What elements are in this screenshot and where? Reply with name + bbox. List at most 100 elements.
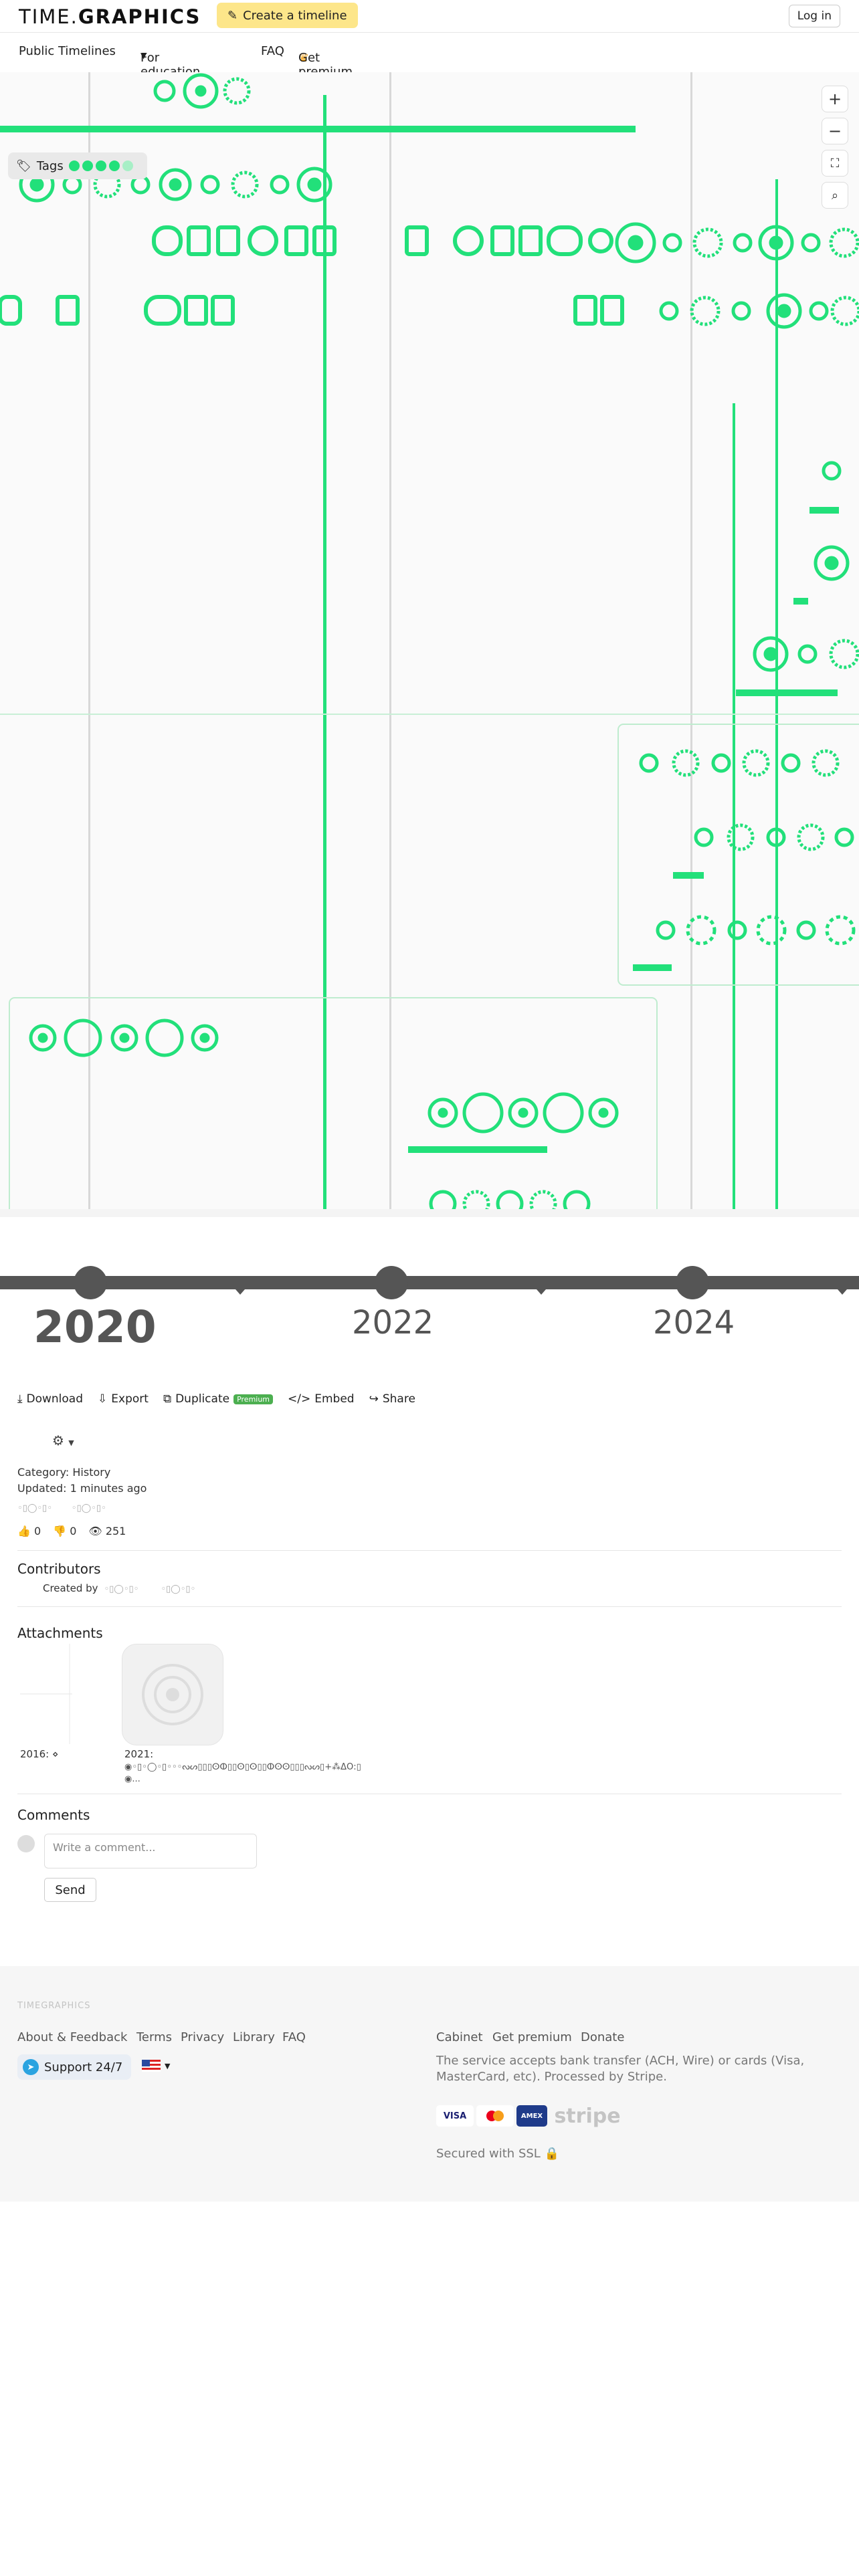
updated-text: Updated: 1 minutes ago xyxy=(17,1482,147,1495)
support-button[interactable]: ➤ Support 24/7 xyxy=(17,2054,131,2080)
payment-info: The service accepts bank transfer (ACH, … xyxy=(436,2054,805,2084)
contributors-title: Contributors xyxy=(17,1561,101,1577)
login-button[interactable]: Log in xyxy=(788,5,840,27)
symbol-row xyxy=(29,1018,219,1057)
main-nav: Public Timelines For education ▼ FAQ ♛ G… xyxy=(19,44,353,79)
footer-link-about[interactable]: About & Feedback xyxy=(17,2030,127,2044)
event-bar xyxy=(0,126,636,132)
export-button[interactable]: ⇩ Export xyxy=(98,1392,149,1406)
footer-link-premium[interactable]: Get premium xyxy=(492,2030,572,2044)
footer-link-library[interactable]: Library xyxy=(233,2030,275,2044)
symbol-row xyxy=(615,222,859,263)
settings-dropdown[interactable]: ⚙ ▼ xyxy=(52,1432,74,1448)
share-button[interactable]: ↪ Share xyxy=(369,1392,415,1406)
zoom-out-button[interactable]: − xyxy=(822,118,848,144)
footer-link-terms[interactable]: Terms xyxy=(136,2030,172,2044)
copy-icon: ⧉ xyxy=(163,1392,172,1406)
timeline-drawing xyxy=(0,72,859,1217)
symbol-row xyxy=(753,461,859,672)
divider xyxy=(17,1606,842,1607)
telegram-icon: ➤ xyxy=(23,2059,39,2075)
chevron-down-icon: ▼ xyxy=(68,1438,74,1447)
event-bar xyxy=(793,598,808,605)
author-placeholder: ◦▯◯◦▯◦ ◦▯◯◦▯◦ xyxy=(17,1503,106,1513)
export-icon: ⇩ xyxy=(98,1392,108,1406)
download-icon: ⤓ xyxy=(17,1392,23,1406)
action-bar: ⤓ Download ⇩ Export ⧉ Duplicate Premium </> E… xyxy=(17,1392,415,1406)
share-icon: ↪ xyxy=(369,1392,379,1406)
plus-icon: + xyxy=(828,90,842,108)
footer-link-donate[interactable]: Donate xyxy=(581,2030,624,2044)
logo[interactable]: TIME.GRAPHICS xyxy=(19,5,201,28)
chevron-down-icon: ▼ xyxy=(165,2061,171,2070)
year-label: 2020 xyxy=(33,1301,157,1353)
like-button[interactable]: 👍 0 xyxy=(17,1525,41,1537)
create-timeline-button[interactable]: ✎ Create a timeline xyxy=(217,3,358,28)
duplicate-button[interactable]: ⧉ Duplicate Premium xyxy=(163,1392,274,1406)
code-icon: </> xyxy=(288,1392,311,1406)
fullscreen-button[interactable]: ⛶ xyxy=(822,150,848,177)
language-selector[interactable]: ▼ xyxy=(142,2060,170,2072)
minus-icon: − xyxy=(828,122,842,140)
category-text: Category: History xyxy=(17,1466,111,1479)
event-box xyxy=(617,724,859,986)
event-bar xyxy=(408,1146,547,1153)
symbol-row xyxy=(153,73,251,109)
nav-faq[interactable]: FAQ xyxy=(261,44,284,58)
year-marker[interactable] xyxy=(74,1266,107,1299)
year-line xyxy=(690,72,692,1217)
footer-link-faq[interactable]: FAQ xyxy=(282,2030,306,2044)
fullscreen-icon: ⛶ xyxy=(830,156,840,171)
eye-icon: 👁 xyxy=(88,1525,102,1537)
timeline-canvas[interactable]: 🏷 Tags + − ⛶ ⌕ xyxy=(0,72,859,1217)
comment-input[interactable]: Write a comment... xyxy=(44,1834,257,1868)
amex-icon: AMEX xyxy=(516,2105,547,2127)
attachment-caption[interactable]: 2021: ◉◦▯◦◯◦▯◦◦◦ᔓᔕ▯▯▯ⵙⵀ▯▯ⵙ▯ⵙ▯▯ⵀⵙⵙ▯▯▯ᔓᔕ▯+⁂… xyxy=(124,1748,361,1784)
event-bar xyxy=(736,689,838,696)
search-icon: ⌕ xyxy=(831,188,839,203)
tag-icon: 🏷 xyxy=(16,158,31,173)
year-marker[interactable] xyxy=(676,1266,709,1299)
attachment-thumbnail[interactable] xyxy=(122,1644,223,1745)
divider xyxy=(17,1550,842,1551)
nav-public-timelines[interactable]: Public Timelines xyxy=(19,44,116,58)
created-by-row: Created by ◦▯◯◦▯◦ ◦▯◯◦▯◦ xyxy=(43,1582,196,1594)
zoom-in-button[interactable]: + xyxy=(822,86,848,112)
event-line xyxy=(775,179,778,1216)
event-line xyxy=(323,95,326,1217)
embed-button[interactable]: </> Embed xyxy=(288,1392,355,1406)
event-bar xyxy=(673,872,704,879)
tick-marker xyxy=(235,1289,245,1295)
views-count: 👁 251 xyxy=(88,1525,126,1537)
send-button[interactable]: Send xyxy=(44,1878,96,1902)
gear-icon: ⚙ xyxy=(52,1432,64,1448)
tick-marker xyxy=(838,1289,847,1295)
stats-row: 👍 0 👎 0 👁 251 xyxy=(17,1525,126,1537)
visa-icon: VISA xyxy=(436,2105,474,2127)
download-button[interactable]: ⤓ Download xyxy=(17,1392,83,1406)
attachment-caption[interactable]: 2016: ⋄ xyxy=(20,1748,58,1760)
attachment-thumbnail[interactable] xyxy=(20,1644,72,1744)
tags-filter[interactable]: 🏷 Tags xyxy=(8,152,147,179)
year-line xyxy=(389,72,391,1217)
tag-dots xyxy=(68,160,133,171)
pencil-icon: ✎ xyxy=(227,8,238,23)
year-marker[interactable] xyxy=(375,1266,408,1299)
search-button[interactable]: ⌕ xyxy=(822,182,848,209)
symbol-row xyxy=(427,1092,619,1217)
chevron-down-icon: ▼ xyxy=(140,51,147,60)
footer-logo[interactable]: TIMEGRAPHICS xyxy=(17,2001,90,2011)
footer-link-privacy[interactable]: Privacy xyxy=(181,2030,224,2044)
footer-link-cabinet[interactable]: Cabinet xyxy=(436,2030,483,2044)
attachments-title: Attachments xyxy=(17,1625,103,1641)
premium-badge: Premium xyxy=(233,1394,274,1404)
avatar xyxy=(17,1835,35,1852)
mastercard-icon xyxy=(476,2105,514,2127)
timeline-axis[interactable] xyxy=(0,1276,859,1289)
event-bar xyxy=(633,964,672,971)
comments-title: Comments xyxy=(17,1807,90,1823)
dislike-button[interactable]: 👎 0 xyxy=(53,1525,76,1537)
thumbs-down-icon: 👎 xyxy=(53,1525,67,1537)
top-header: TIME.GRAPHICS ✎ Create a timeline Log in xyxy=(0,0,859,33)
year-line xyxy=(88,72,90,1217)
